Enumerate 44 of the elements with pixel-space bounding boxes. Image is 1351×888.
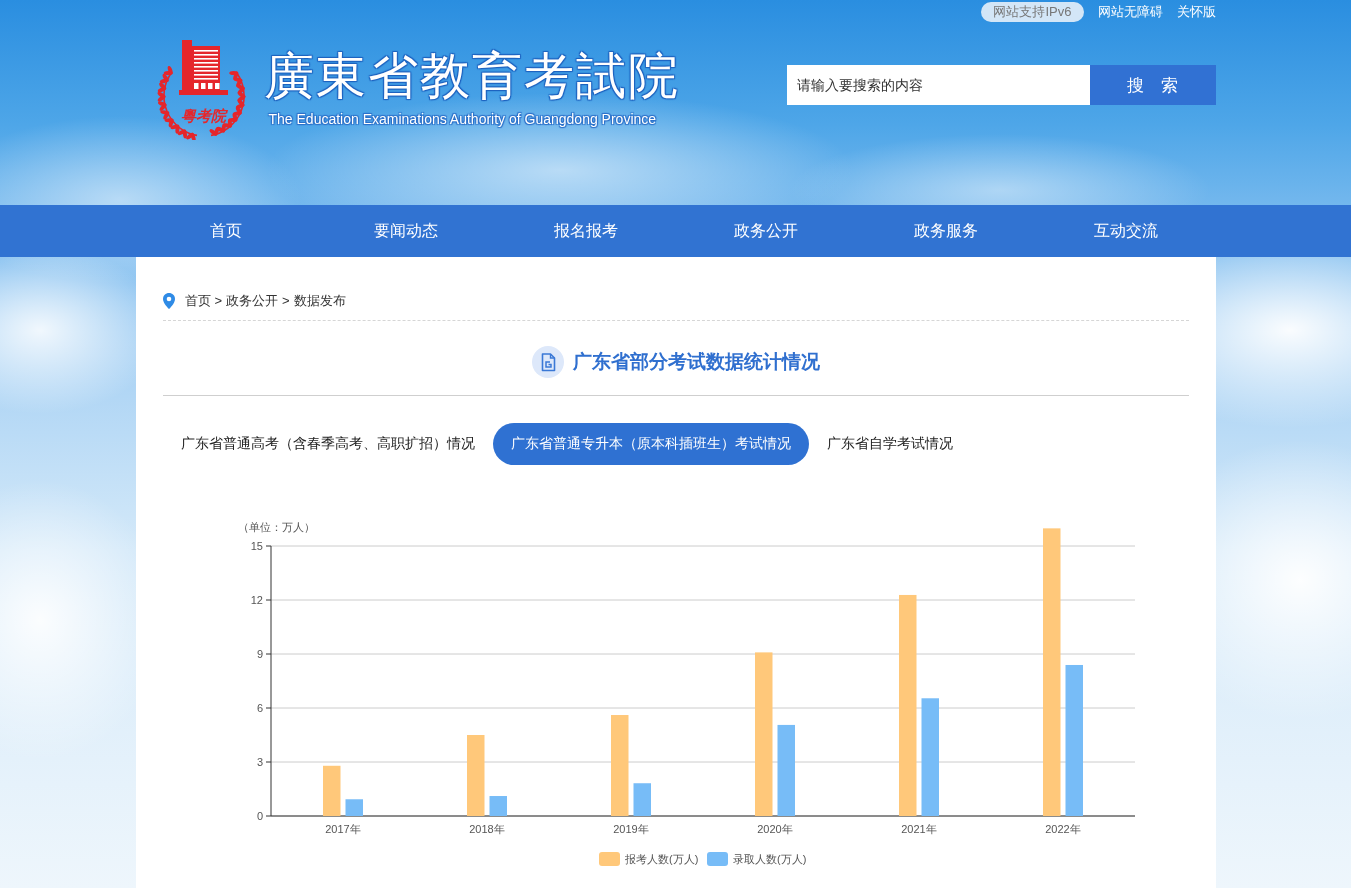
top-link[interactable]: 关怀版 — [1176, 2, 1216, 22]
nav-item[interactable]: 政务公开 — [733, 220, 798, 242]
tab[interactable]: 广东省自学考试情况 — [808, 423, 971, 465]
location-pin-icon — [162, 293, 175, 309]
search-button[interactable]: 搜 索 — [1089, 65, 1216, 105]
search-field[interactable]: 请输入要搜索的内容 — [786, 65, 1090, 105]
tab[interactable]: 广东省普通高考（含春季高考、高职扩招）情况 — [162, 423, 493, 465]
chart-bar — [322, 765, 340, 816]
breadcrumb-separator: > — [214, 292, 223, 310]
x-tick-label: 2017年 — [324, 823, 361, 835]
x-tick-label: 2018年 — [468, 823, 505, 835]
ipv6-badge: 网站支持IPv6 — [981, 2, 1084, 22]
nav-item[interactable]: 政务服务 — [913, 220, 978, 242]
nav-item[interactable]: 要闻动态 — [373, 220, 438, 242]
section-title: 广东省部分考试数据统计情况 — [572, 350, 820, 374]
site-subtitle: The Education Examinations Authority of Guangdong Province — [268, 110, 657, 128]
legend-label: 报考人数(万人) — [624, 853, 698, 865]
x-tick-label: 2021年 — [900, 823, 937, 835]
x-tick-label: 2020年 — [756, 823, 793, 835]
breadcrumb-link[interactable]: 首页 — [184, 292, 211, 310]
top-link[interactable]: 网站无障碍 — [1097, 2, 1163, 22]
breadcrumb-separator: > — [282, 292, 290, 310]
emblem-text: 粵考院 — [180, 107, 226, 125]
document-icon — [531, 346, 564, 378]
tab[interactable]: 广东省普通专升本（原本科插班生）考试情况 — [492, 423, 809, 465]
nav-item[interactable]: 首页 — [209, 220, 242, 242]
legend-label: 录取人数(万人) — [732, 853, 806, 865]
y-axis-title: （单位：万人） — [237, 521, 315, 533]
y-tick-label: 0 — [256, 810, 263, 822]
chart-bar — [633, 783, 651, 816]
y-tick-label: 12 — [250, 594, 263, 606]
y-tick-label: 15 — [250, 540, 263, 552]
site-title: 廣東省教育考試院 — [263, 47, 680, 106]
breadcrumb-link[interactable]: 政务公开 — [226, 292, 279, 310]
nav-item[interactable]: 互动交流 — [1093, 220, 1158, 242]
nav-item[interactable]: 报名报考 — [553, 220, 618, 242]
chart-bar — [345, 799, 363, 816]
y-tick-label: 9 — [256, 648, 263, 660]
y-tick-label: 6 — [256, 702, 263, 714]
y-tick-label: 3 — [256, 756, 263, 768]
x-tick-label: 2019年 — [612, 823, 649, 835]
breadcrumb-link[interactable]: 数据发布 — [293, 292, 346, 310]
x-tick-label: 2022年 — [1044, 823, 1081, 835]
chart-bar — [489, 796, 507, 816]
